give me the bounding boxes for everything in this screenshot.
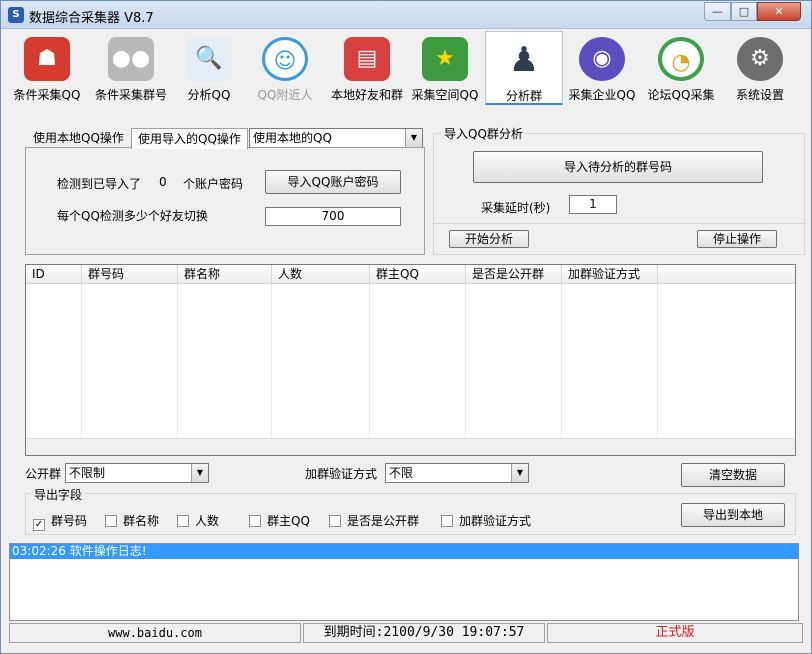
column-header[interactable]: 群号码 — [82, 265, 178, 284]
export-local-button[interactable]: 导出到本地 — [681, 503, 785, 527]
maximize-button[interactable]: □ — [731, 2, 757, 21]
table-header: ID 群号码 群名称 人数 群主QQ 是否是公开群 加群验证方式 — [26, 265, 795, 284]
checkbox[interactable] — [177, 515, 189, 527]
column-divider — [177, 284, 178, 455]
detected-count: 0 — [159, 175, 167, 189]
log-line: 03:02:26 软件操作日志! — [10, 544, 798, 559]
tool-forum-qq[interactable]: ◔ 论坛QQ采集 — [643, 31, 719, 105]
detected-prefix: 检测到已导入了 — [57, 177, 142, 191]
forum-icon: ◔ — [658, 37, 704, 81]
operation-log[interactable]: 03:02:26 软件操作日志! — [9, 543, 799, 621]
column-header[interactable]: 加群验证方式 — [562, 265, 658, 284]
column-header[interactable]: 群名称 — [178, 265, 272, 284]
book-person-icon: ▤ — [344, 37, 390, 81]
globe-icon: ◉ — [579, 37, 625, 81]
title-bar: S 数据综合采集器 V8.7 — □ ✕ — [1, 1, 811, 29]
export-fields-title: 导出字段 — [31, 486, 86, 503]
switch-count-input[interactable]: 700 — [265, 207, 401, 226]
tool-nearby-qq[interactable]: ☺ QQ附近人 — [249, 31, 321, 105]
column-divider — [465, 284, 466, 455]
column-header[interactable]: 是否是公开群 — [466, 265, 562, 284]
export-field-group-number[interactable]: ✓ 群号码 — [33, 512, 87, 531]
group-analysis-title: 导入QQ群分析 — [441, 125, 526, 142]
verify-filter-select[interactable]: 不限 ▼ — [385, 463, 529, 483]
column-divider — [271, 284, 272, 455]
export-field-group-name[interactable]: 群名称 — [105, 512, 159, 529]
chevron-down-icon: ▼ — [191, 464, 208, 482]
divider — [433, 223, 805, 224]
chevron-down-icon: ▼ — [511, 464, 528, 482]
group-silhouette-icon: ♟ — [501, 38, 547, 82]
group-table[interactable]: ID 群号码 群名称 人数 群主QQ 是否是公开群 加群验证方式 — [25, 264, 796, 456]
switch-label: 每个QQ检测多少个好友切换 — [57, 209, 208, 223]
export-field-owner-qq[interactable]: 群主QQ — [249, 512, 310, 529]
horizontal-scrollbar[interactable] — [26, 438, 795, 455]
detected-suffix: 个账户密码 — [183, 177, 244, 191]
status-version: 正式版 — [547, 623, 803, 643]
robot-icon: ☗ — [24, 37, 70, 81]
tool-condition-group[interactable]: ●● 条件采集群号 — [89, 31, 173, 105]
column-header[interactable]: 人数 — [272, 265, 370, 284]
checkbox[interactable] — [249, 515, 261, 527]
public-filter-select[interactable]: 不限制 ▼ — [65, 463, 209, 483]
clear-data-button[interactable]: 清空数据 — [681, 463, 785, 487]
column-divider — [81, 284, 82, 455]
export-field-public[interactable]: 是否是公开群 — [329, 512, 419, 529]
export-field-member-count[interactable]: 人数 — [177, 512, 219, 529]
tool-enterprise-qq[interactable]: ◉ 采集企业QQ — [565, 31, 639, 105]
minimize-button[interactable]: — — [704, 2, 731, 21]
tool-qzone-qq[interactable]: ★ 采集空间QQ — [409, 31, 481, 105]
tool-analyze-qq[interactable]: 🔍 分析QQ — [177, 31, 241, 105]
magnifier-doc-icon: 🔍 — [186, 37, 232, 81]
column-divider — [369, 284, 370, 455]
import-group-button[interactable]: 导入待分析的群号码 — [473, 151, 763, 183]
star-icon: ★ — [422, 37, 468, 81]
column-divider — [657, 284, 658, 455]
tab-local-qq[interactable]: 使用本地QQ操作 — [27, 128, 130, 148]
delay-input[interactable]: 1 — [569, 195, 617, 214]
public-filter-label: 公开群 — [25, 467, 62, 481]
main-window: S 数据综合采集器 V8.7 — □ ✕ ☗ 条件采集QQ ●● 条件采集群号 … — [0, 0, 812, 654]
export-field-verify[interactable]: 加群验证方式 — [441, 512, 531, 529]
tool-settings[interactable]: ⚙ 系统设置 — [725, 31, 795, 105]
column-header[interactable]: ID — [26, 265, 82, 284]
users-icon: ●● — [108, 37, 154, 81]
qq-source-select[interactable]: 使用本地的QQ ▼ — [249, 128, 423, 148]
close-button[interactable]: ✕ — [757, 2, 801, 21]
window-title: 数据综合采集器 V8.7 — [29, 11, 154, 26]
status-bar: www.baidu.com 到期时间:2100/9/30 19:07:57 正式… — [9, 623, 805, 643]
location-person-icon: ☺ — [262, 37, 308, 81]
tool-local-friends[interactable]: ▤ 本地好友和群 — [325, 31, 409, 105]
stop-button[interactable]: 停止操作 — [697, 230, 777, 248]
toolbar: ☗ 条件采集QQ ●● 条件采集群号 🔍 分析QQ ☺ QQ附近人 ▤ 本地好友… — [9, 31, 805, 106]
start-analysis-button[interactable]: 开始分析 — [449, 230, 529, 248]
gear-icon: ⚙ — [737, 37, 783, 81]
column-header[interactable]: 群主QQ — [370, 265, 466, 284]
app-icon: S — [8, 7, 24, 23]
tool-condition-qq[interactable]: ☗ 条件采集QQ — [9, 31, 85, 105]
verify-filter-label: 加群验证方式 — [305, 467, 378, 481]
checkbox[interactable] — [329, 515, 341, 527]
tool-analyze-group[interactable]: ♟ 分析群 — [485, 31, 563, 105]
status-site: www.baidu.com — [9, 623, 301, 643]
checkbox[interactable] — [441, 515, 453, 527]
checkbox[interactable] — [105, 515, 117, 527]
import-account-button[interactable]: 导入QQ账户密码 — [265, 170, 401, 194]
column-divider — [561, 284, 562, 455]
status-expiry: 到期时间:2100/9/30 19:07:57 — [303, 623, 545, 643]
tab-imported-qq[interactable]: 使用导入的QQ操作 — [131, 128, 248, 149]
imported-qq-panel — [25, 147, 425, 255]
delay-label: 采集延时(秒) — [481, 201, 551, 215]
chevron-down-icon: ▼ — [405, 129, 422, 147]
checkbox[interactable]: ✓ — [33, 519, 45, 531]
